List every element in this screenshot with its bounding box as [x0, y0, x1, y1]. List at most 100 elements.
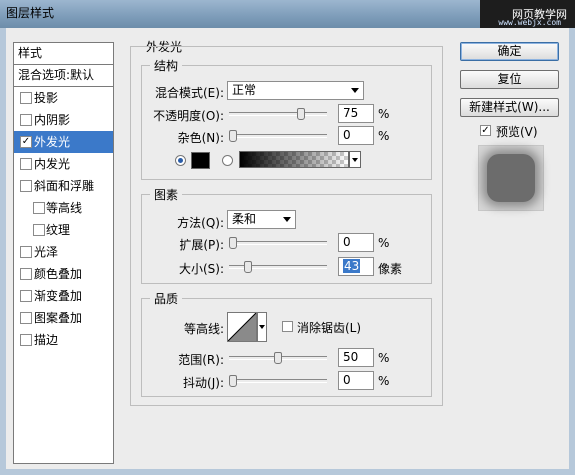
style-item-checkbox[interactable] — [20, 92, 32, 104]
new-style-button[interactable]: 新建样式(W)... — [460, 98, 559, 117]
style-item-checkbox[interactable] — [20, 334, 32, 346]
size-slider-thumb[interactable] — [244, 261, 252, 273]
style-item-label: 渐变叠加 — [34, 289, 83, 303]
style-item-label: 光泽 — [34, 245, 59, 259]
style-item-checkbox[interactable] — [33, 202, 45, 214]
contour-picker[interactable] — [227, 312, 257, 342]
contour-curve-icon — [228, 313, 256, 341]
noise-input[interactable]: 0 — [338, 126, 374, 145]
noise-slider-thumb[interactable] — [229, 130, 237, 142]
chevron-down-icon — [283, 217, 291, 222]
window-title: 图层样式 — [6, 6, 55, 20]
style-item[interactable]: 投影 — [14, 87, 113, 109]
style-item[interactable]: 光泽 — [14, 241, 113, 263]
style-item[interactable]: 描边 — [14, 329, 113, 351]
antialias-checkbox[interactable] — [282, 321, 293, 332]
spread-slider[interactable] — [229, 237, 327, 249]
method-select[interactable]: 柔和 — [227, 210, 296, 229]
spread-slider-thumb[interactable] — [229, 237, 237, 249]
style-item-label: 纹理 — [46, 223, 71, 237]
blend-mode-label: 混合模式(E): — [155, 86, 224, 100]
title-bar: 图层样式 网页教学网 www.webjx.com — [0, 0, 575, 28]
jitter-slider-track — [229, 379, 327, 383]
style-item-label: 内阴影 — [34, 113, 71, 127]
style-item[interactable]: 颜色叠加 — [14, 263, 113, 285]
window-frame-left — [0, 28, 6, 475]
style-item[interactable]: 渐变叠加 — [14, 285, 113, 307]
style-item-checkbox[interactable] — [20, 180, 32, 192]
contour-dropdown-icon[interactable] — [257, 312, 267, 342]
gradient-preview[interactable] — [239, 151, 349, 168]
chevron-down-icon — [351, 88, 359, 93]
style-item[interactable]: 等高线 — [14, 197, 113, 219]
glow-color-swatch[interactable] — [191, 152, 210, 169]
style-item[interactable]: 斜面和浮雕 — [14, 175, 113, 197]
styles-header[interactable]: 样式 — [14, 43, 113, 65]
size-value: 43 — [343, 259, 361, 273]
style-item-checkbox[interactable] — [20, 290, 32, 302]
style-item-checkbox[interactable] — [20, 158, 32, 170]
jitter-slider[interactable] — [229, 375, 327, 387]
gradient-radio[interactable] — [222, 155, 233, 166]
opacity-slider-thumb[interactable] — [297, 108, 305, 120]
blend-mode-select[interactable]: 正常 — [227, 81, 364, 100]
opacity-input[interactable]: 75 — [338, 104, 374, 123]
range-input[interactable]: 50 — [338, 348, 374, 367]
style-item[interactable]: 内发光 — [14, 153, 113, 175]
style-item-checkbox[interactable] — [20, 268, 32, 280]
gradient-dropdown-icon[interactable] — [349, 151, 361, 168]
jitter-slider-thumb[interactable] — [229, 375, 237, 387]
style-item-label: 投影 — [34, 91, 59, 105]
spread-label: 扩展(P): — [179, 238, 224, 252]
watermark-url: www.webjx.com — [498, 18, 561, 27]
contour-label: 等高线: — [183, 322, 224, 336]
size-slider[interactable] — [229, 261, 327, 273]
jitter-input[interactable]: 0 — [338, 371, 374, 390]
size-input[interactable]: 43 — [338, 257, 374, 276]
jitter-unit: % — [378, 374, 390, 388]
style-item[interactable]: 纹理 — [14, 219, 113, 241]
style-item-checkbox[interactable] — [33, 224, 45, 236]
style-item[interactable]: 图案叠加 — [14, 307, 113, 329]
ok-button[interactable]: 确定 — [460, 42, 559, 61]
preview-checkbox[interactable]: ✓ — [480, 125, 491, 136]
range-unit: % — [378, 351, 390, 365]
opacity-slider-track — [229, 112, 327, 116]
style-item-checkbox[interactable] — [20, 246, 32, 258]
blend-mode-value: 正常 — [232, 83, 257, 97]
style-item-checkbox[interactable] — [20, 114, 32, 126]
preview-label[interactable]: 预览(V) — [496, 123, 538, 140]
style-item-label: 图案叠加 — [34, 311, 83, 325]
style-item[interactable]: 内阴影 — [14, 109, 113, 131]
range-slider[interactable] — [229, 352, 327, 364]
style-item-label: 描边 — [34, 333, 59, 347]
noise-slider-track — [229, 134, 327, 138]
style-item-checkbox[interactable]: ✓ — [20, 136, 32, 148]
style-item-label: 等高线 — [46, 201, 83, 215]
opacity-slider[interactable] — [229, 108, 327, 120]
style-item[interactable]: ✓ 外发光 — [14, 131, 113, 153]
size-unit: 像素 — [378, 262, 403, 276]
style-preview — [478, 145, 544, 211]
style-item-label: 颜色叠加 — [34, 267, 83, 281]
preview-thumbnail — [487, 154, 535, 202]
range-slider-thumb[interactable] — [274, 352, 282, 364]
elements-title: 图素 — [150, 186, 183, 203]
structure-title: 结构 — [150, 57, 183, 74]
style-item-label: 内发光 — [34, 157, 71, 171]
style-item-checkbox[interactable] — [20, 312, 32, 324]
color-radio[interactable] — [175, 155, 186, 166]
blending-options-item[interactable]: 混合选项:默认 — [14, 65, 113, 87]
reset-button[interactable]: 复位 — [460, 70, 559, 89]
jitter-label: 抖动(J): — [183, 376, 224, 390]
window-frame-right — [569, 28, 575, 475]
spread-input[interactable]: 0 — [338, 233, 374, 252]
quality-title: 品质 — [150, 290, 183, 307]
noise-slider[interactable] — [229, 130, 327, 142]
method-label: 方法(Q): — [177, 216, 224, 230]
style-item-label: 斜面和浮雕 — [34, 179, 95, 193]
antialias-label: 消除锯齿(L) — [297, 321, 362, 335]
spread-slider-track — [229, 241, 327, 245]
window-frame-bottom — [0, 469, 575, 475]
method-value: 柔和 — [232, 212, 257, 226]
